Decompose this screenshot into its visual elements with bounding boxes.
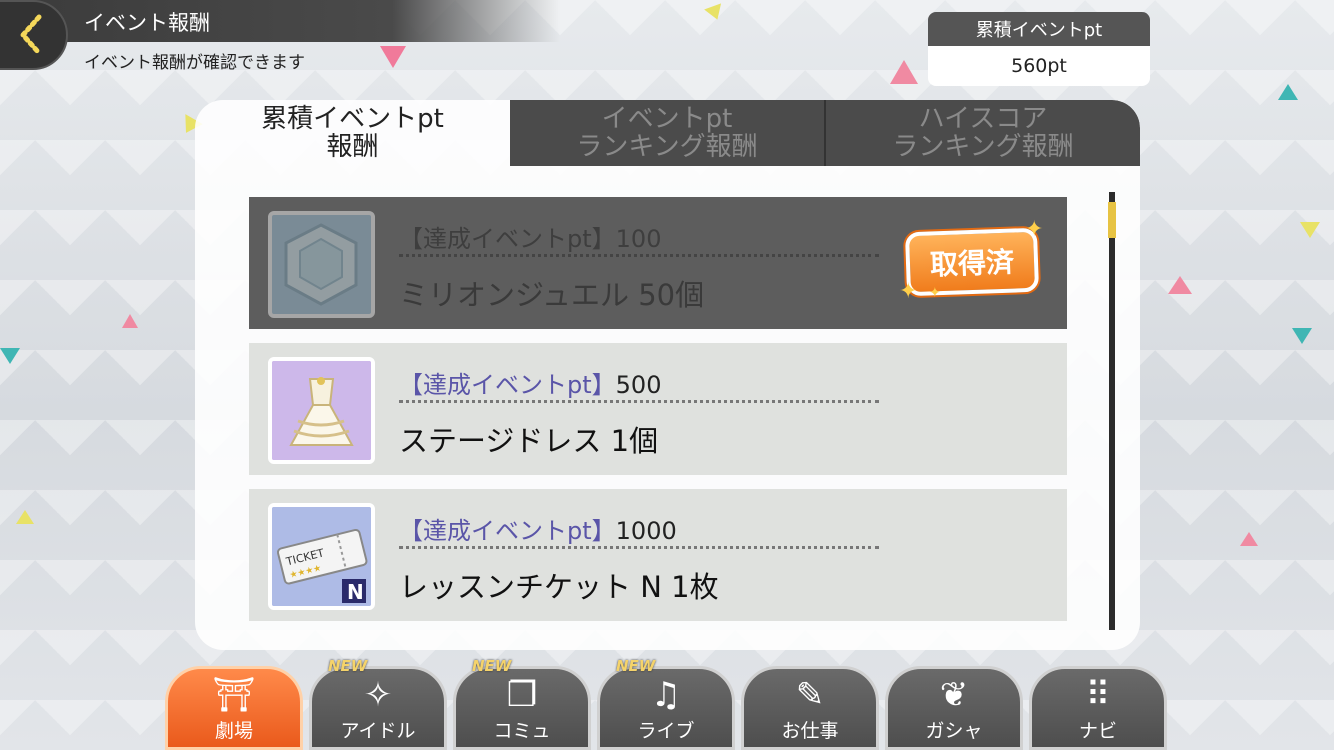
page-title: イベント報酬: [84, 11, 210, 35]
bottom-nav: ⛩ 劇場 NEW ✧ アイドル NEW ❐ コミュ NEW ♫ ライブ ✎ お仕…: [165, 657, 1175, 750]
chevron-left-icon: [19, 14, 42, 56]
reward-item[interactable]: 【達成イベントpt】100 ミリオンジュエル 50個 取得済 ✦ ✦ ✦: [249, 197, 1067, 329]
requirement-value: 500: [615, 371, 662, 399]
idol-icon: ✧: [363, 675, 393, 715]
nav-label: ガシャ: [925, 720, 983, 742]
commu-icon: ❐: [506, 675, 538, 715]
tab-label-line1: ハイスコア: [918, 104, 1048, 134]
tab-highscore-ranking[interactable]: ハイスコア ランキング報酬: [826, 100, 1140, 166]
requirement-label: 【達成イベントpt】: [399, 225, 616, 253]
accumulated-points-box: 累積イベントpt 560pt: [928, 12, 1150, 86]
reward-requirement: 【達成イベントpt】100: [399, 219, 661, 254]
sparkle-icon: ✦: [899, 279, 918, 304]
nav-gacha[interactable]: ❦ ガシャ: [885, 666, 1023, 750]
reward-name: ミリオンジュエル 50個: [399, 278, 705, 312]
accumulated-points-label: 累積イベントpt: [928, 12, 1150, 46]
rewards-panel: 累積イベントpt 報酬 イベントpt ランキング報酬 ハイスコア ランキング報酬…: [195, 100, 1140, 650]
dotted-divider: [399, 400, 879, 403]
confetti-triangle: [890, 60, 918, 84]
dotted-divider: [399, 254, 879, 257]
sparkle-icon: ✦: [1025, 217, 1044, 242]
work-icon: ✎: [795, 675, 825, 715]
stage-dress-icon: [268, 357, 375, 464]
nav-label: お仕事: [781, 720, 839, 742]
back-button[interactable]: [0, 0, 68, 70]
reward-item[interactable]: TICKET ★★★★ N 【達成イベントpt】1000 レッスンチケット N …: [249, 489, 1067, 621]
reward-requirement: 【達成イベントpt】500: [399, 365, 661, 400]
nav-label: アイドル: [340, 720, 416, 742]
reward-tabs: 累積イベントpt 報酬 イベントpt ランキング報酬 ハイスコア ランキング報酬: [195, 100, 1140, 166]
claimed-stamp: 取得済: [904, 227, 1040, 297]
lesson-ticket-icon: TICKET ★★★★ N: [268, 503, 375, 610]
confetti-triangle: [1240, 532, 1258, 546]
reward-name: レッスンチケット N 1枚: [399, 570, 719, 604]
nav-commu[interactable]: NEW ❐ コミュ: [453, 657, 591, 750]
requirement-label: 【達成イベントpt】: [399, 371, 616, 399]
reward-requirement: 【達成イベントpt】1000: [399, 511, 677, 546]
live-icon: ♫: [650, 675, 682, 715]
confetti-triangle: [1168, 276, 1192, 294]
nav-work[interactable]: ✎ お仕事: [741, 666, 879, 750]
nav-label: ライブ: [637, 720, 695, 742]
million-jewel-icon: [268, 211, 375, 318]
page-subtitle: イベント報酬が確認できます: [84, 53, 305, 73]
tab-label-line1: 累積イベントpt: [261, 104, 444, 134]
reward-list: 【達成イベントpt】100 ミリオンジュエル 50個 取得済 ✦ ✦ ✦ 【達成…: [249, 197, 1067, 635]
confetti-triangle: [16, 510, 34, 524]
new-badge: NEW: [472, 657, 512, 675]
reward-item[interactable]: 【達成イベントpt】500 ステージドレス 1個: [249, 343, 1067, 475]
confetti-triangle: [380, 46, 406, 68]
sparkle-icon: ✦: [929, 285, 941, 301]
tab-event-pt-ranking[interactable]: イベントpt ランキング報酬: [510, 100, 826, 166]
nav-theater[interactable]: ⛩ 劇場: [165, 666, 303, 750]
dotted-divider: [399, 546, 879, 549]
nav-navi[interactable]: ⠿ ナビ: [1029, 666, 1167, 750]
new-badge: NEW: [328, 657, 368, 675]
confetti-triangle: [1300, 222, 1320, 238]
scrollbar[interactable]: [1108, 192, 1116, 630]
new-badge: NEW: [616, 657, 656, 675]
scrollbar-thumb[interactable]: [1108, 202, 1116, 238]
nav-live[interactable]: NEW ♫ ライブ: [597, 657, 735, 750]
accumulated-points-value: 560pt: [928, 46, 1150, 86]
tab-label-line2: 報酬: [326, 132, 379, 162]
nav-label: ナビ: [1078, 720, 1117, 742]
theater-icon: ⛩: [212, 675, 256, 715]
confetti-triangle: [122, 314, 138, 328]
tab-label-line2: ランキング報酬: [892, 132, 1074, 162]
reward-name: ステージドレス 1個: [399, 424, 659, 458]
tab-label-line1: イベントpt: [601, 104, 733, 134]
confetti-triangle: [704, 3, 726, 23]
requirement-label: 【達成イベントpt】: [399, 517, 616, 545]
nav-label: コミュ: [493, 720, 551, 742]
confetti-triangle: [0, 348, 20, 364]
confetti-triangle: [1278, 84, 1298, 100]
confetti-triangle: [1292, 328, 1312, 344]
nav-idol[interactable]: NEW ✧ アイドル: [309, 657, 447, 750]
requirement-value: 1000: [615, 517, 677, 545]
nav-label: 劇場: [214, 720, 253, 742]
tab-accumulated-points[interactable]: 累積イベントpt 報酬: [195, 100, 510, 166]
gacha-icon: ❦: [939, 675, 969, 715]
navi-icon: ⠿: [1085, 675, 1111, 715]
ticket-grade: N: [347, 580, 364, 604]
requirement-value: 100: [615, 225, 662, 253]
tab-label-line2: ランキング報酬: [576, 132, 758, 162]
